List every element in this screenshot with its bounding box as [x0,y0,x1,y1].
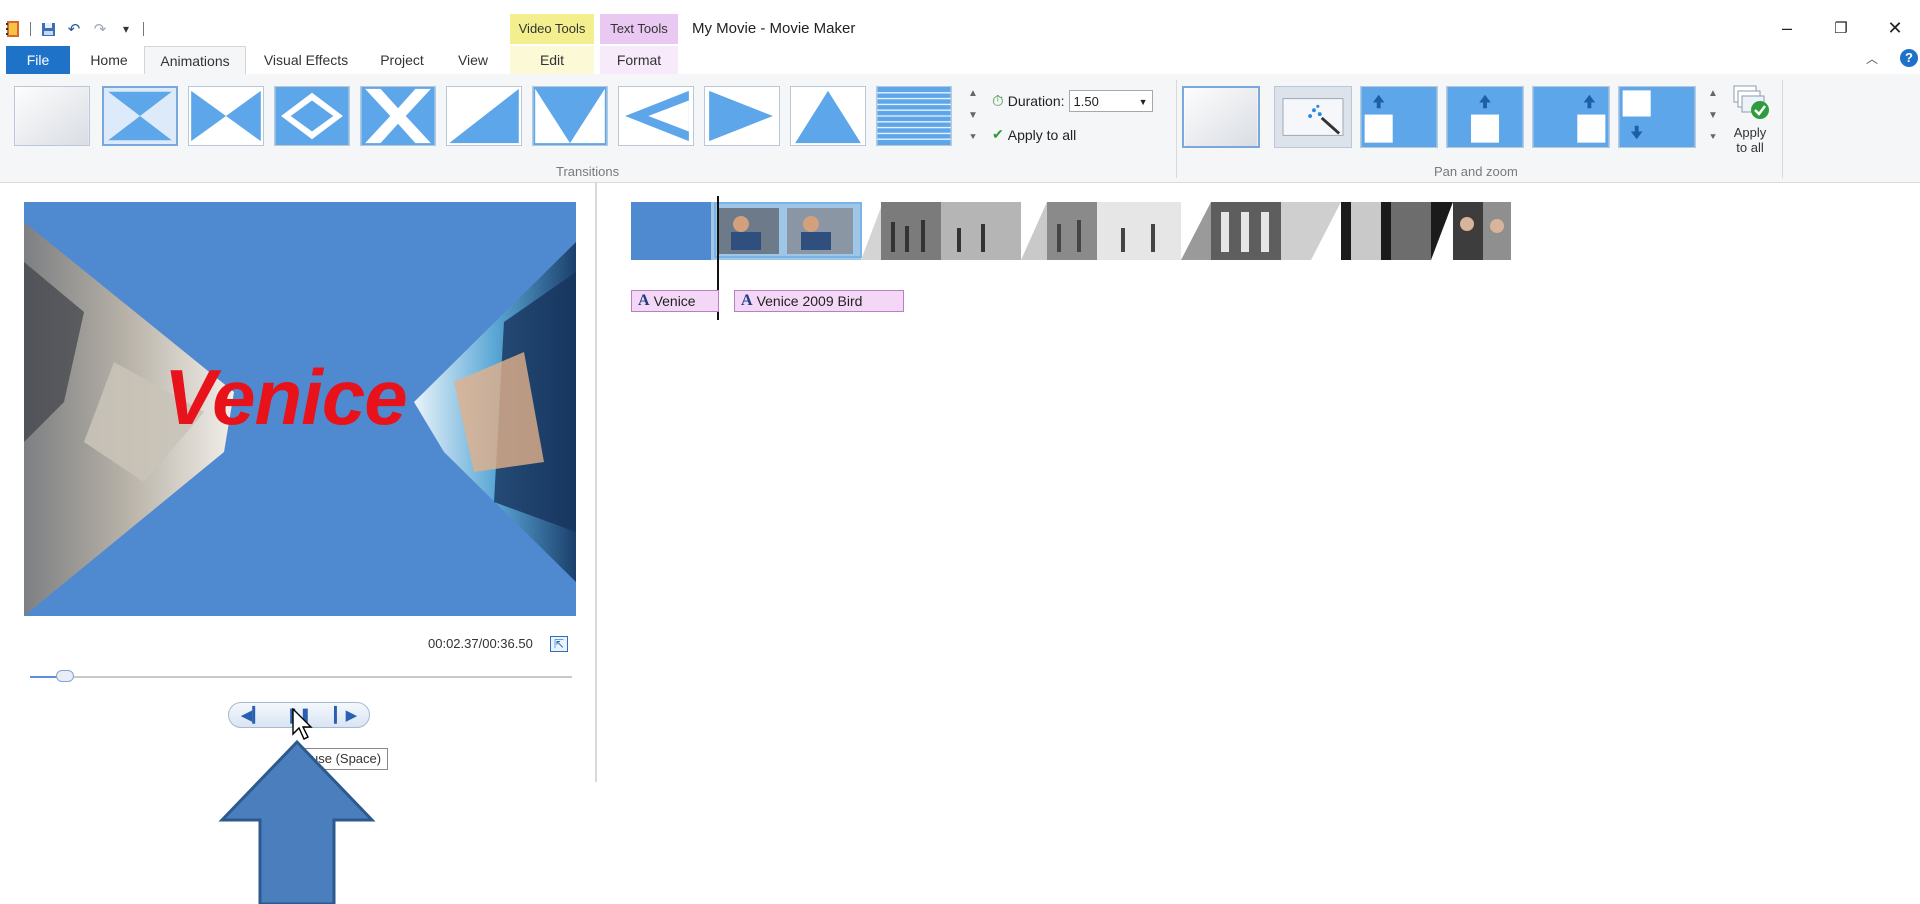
close-button[interactable]: ✕ [1872,10,1918,46]
quick-access-toolbar: ↶ ↷ ▾ [4,18,144,40]
transitions-apply-to-all-button[interactable]: ✔ Apply to all [992,126,1076,143]
clip-thumbnail[interactable] [1341,202,1511,260]
chevron-down-icon: ▼ [1138,97,1148,107]
selected-clip-outline [714,202,862,258]
pan-zoom-up-left[interactable] [1360,86,1438,148]
transition-v-down[interactable] [532,86,608,146]
pan-zoom-automatic[interactable] [1274,86,1352,148]
redo-icon[interactable]: ↷ [91,20,109,38]
transition-arrow-right[interactable] [704,86,780,146]
pan-zoom-up-center[interactable] [1446,86,1524,148]
ribbon-tab-row: File Home Animations Visual Effects Proj… [0,44,1920,75]
clip-thumbnail[interactable] [861,202,1021,260]
next-frame-icon[interactable]: ▎▶ [329,704,363,726]
pan-zoom-none[interactable] [1182,86,1260,148]
caption-label: Venice 2009 Bird [756,293,863,309]
transition-cross[interactable] [360,86,436,146]
previous-frame-icon[interactable]: ◀▎ [235,704,269,726]
pan-zoom-apply-to-all-button[interactable]: Apply to all [1728,82,1772,155]
tab-edit[interactable]: Edit [510,46,594,74]
gallery-expand-icon[interactable]: ⯆ [966,132,980,143]
tab-home[interactable]: Home [78,46,140,74]
transition-diamond[interactable] [274,86,350,146]
qat-separator [30,22,31,36]
pan-zoom-group-label: Pan and zoom [1434,164,1518,179]
seek-thumb[interactable] [56,670,74,682]
collapse-ribbon-icon[interactable]: ︿ [1866,50,1878,67]
pan-zoom-up-right[interactable] [1532,86,1610,148]
transition-diagonal[interactable] [446,86,522,146]
group-divider [1782,80,1783,178]
tab-animations[interactable]: Animations [144,46,246,75]
qat-separator [143,22,144,36]
gallery-scroll-up-icon[interactable]: ▲ [966,88,980,99]
gallery-scroll-down-icon[interactable]: ▼ [966,110,980,121]
caption-text-icon: A [638,292,650,309]
duration-label: Duration: [1007,93,1065,109]
pan-zoom-down[interactable] [1618,86,1696,148]
transitions-group-label: Transitions [556,164,620,179]
title-bar: ↶ ↷ ▾ Video Tools Text Tools My Movie - … [0,0,1920,46]
pz-scroll-up-icon[interactable]: ▲ [1706,88,1720,99]
stopwatch-icon: ⏱ [992,92,1004,110]
apply-to-all-label: Apply to all [1007,126,1077,143]
video-preview[interactable]: Venice [24,202,576,616]
fullscreen-icon[interactable]: ⇱ [550,636,568,652]
transition-none[interactable] [14,86,90,146]
mouse-cursor-icon [292,708,313,740]
tab-file[interactable]: File [6,46,70,74]
caption-label: Venice [653,293,696,309]
transition-arrow-left[interactable] [618,86,694,146]
tab-view[interactable]: View [444,46,502,74]
seek-bar[interactable] [30,670,572,682]
caption-text-icon: A [741,292,753,309]
pane-splitter[interactable] [595,182,597,782]
duration-select[interactable]: 1.50 ▼ [1068,90,1153,112]
clip-title-venice[interactable] [631,202,711,260]
pan-zoom-gallery: ▲ ▼ ⯆ [1182,86,1722,156]
transition-peak[interactable] [790,86,866,146]
tab-format[interactable]: Format [600,46,678,74]
apply-to-all-icon: ✔ [992,126,1004,142]
undo-icon[interactable]: ↶ [65,20,83,38]
tab-visual-effects[interactable]: Visual Effects [252,46,360,74]
tab-project[interactable]: Project [368,46,436,74]
customize-qat-icon[interactable]: ▾ [117,20,135,38]
timecode: 00:02.37/00:36.50 [428,636,533,651]
window-title: My Movie - Movie Maker [692,20,856,37]
text-tools-header: Text Tools [600,14,678,44]
restore-button[interactable]: ❐ [1818,10,1864,46]
caption-clip[interactable]: A Venice [631,290,719,312]
ribbon-panel: ▲ ▼ ⯆ ⏱ Duration: 1.50 ▼ ✔ Apply to all … [0,74,1920,183]
transition-bow-tie-vertical[interactable] [102,86,178,146]
group-divider [1176,80,1177,178]
minimize-button[interactable]: – [1764,10,1810,46]
pz-expand-icon[interactable]: ⯆ [1706,132,1720,143]
caption-clip[interactable]: A Venice 2009 Bird [734,290,904,312]
save-icon[interactable] [39,20,57,38]
transition-bow-tie-horizontal[interactable] [188,86,264,146]
transition-blinds[interactable] [876,86,952,146]
apply-to-all-big-label: Apply to all [1733,125,1767,155]
pz-scroll-down-icon[interactable]: ▼ [1706,110,1720,121]
preview-title-overlay: Venice [164,353,408,441]
transitions-gallery: ▲ ▼ ⯆ [14,86,978,168]
duration-value: 1.50 [1073,94,1099,109]
clip-thumbnail[interactable] [1181,202,1341,260]
video-tools-header: Video Tools [510,14,594,44]
help-icon[interactable]: ? [1900,49,1918,67]
apply-to-all-stack-icon [1733,85,1769,119]
app-logo-icon [4,20,22,38]
clip-thumbnail[interactable] [1021,202,1181,260]
duration-control: ⏱ Duration: 1.50 ▼ [992,90,1153,112]
up-arrow-annotation-icon [218,740,376,904]
